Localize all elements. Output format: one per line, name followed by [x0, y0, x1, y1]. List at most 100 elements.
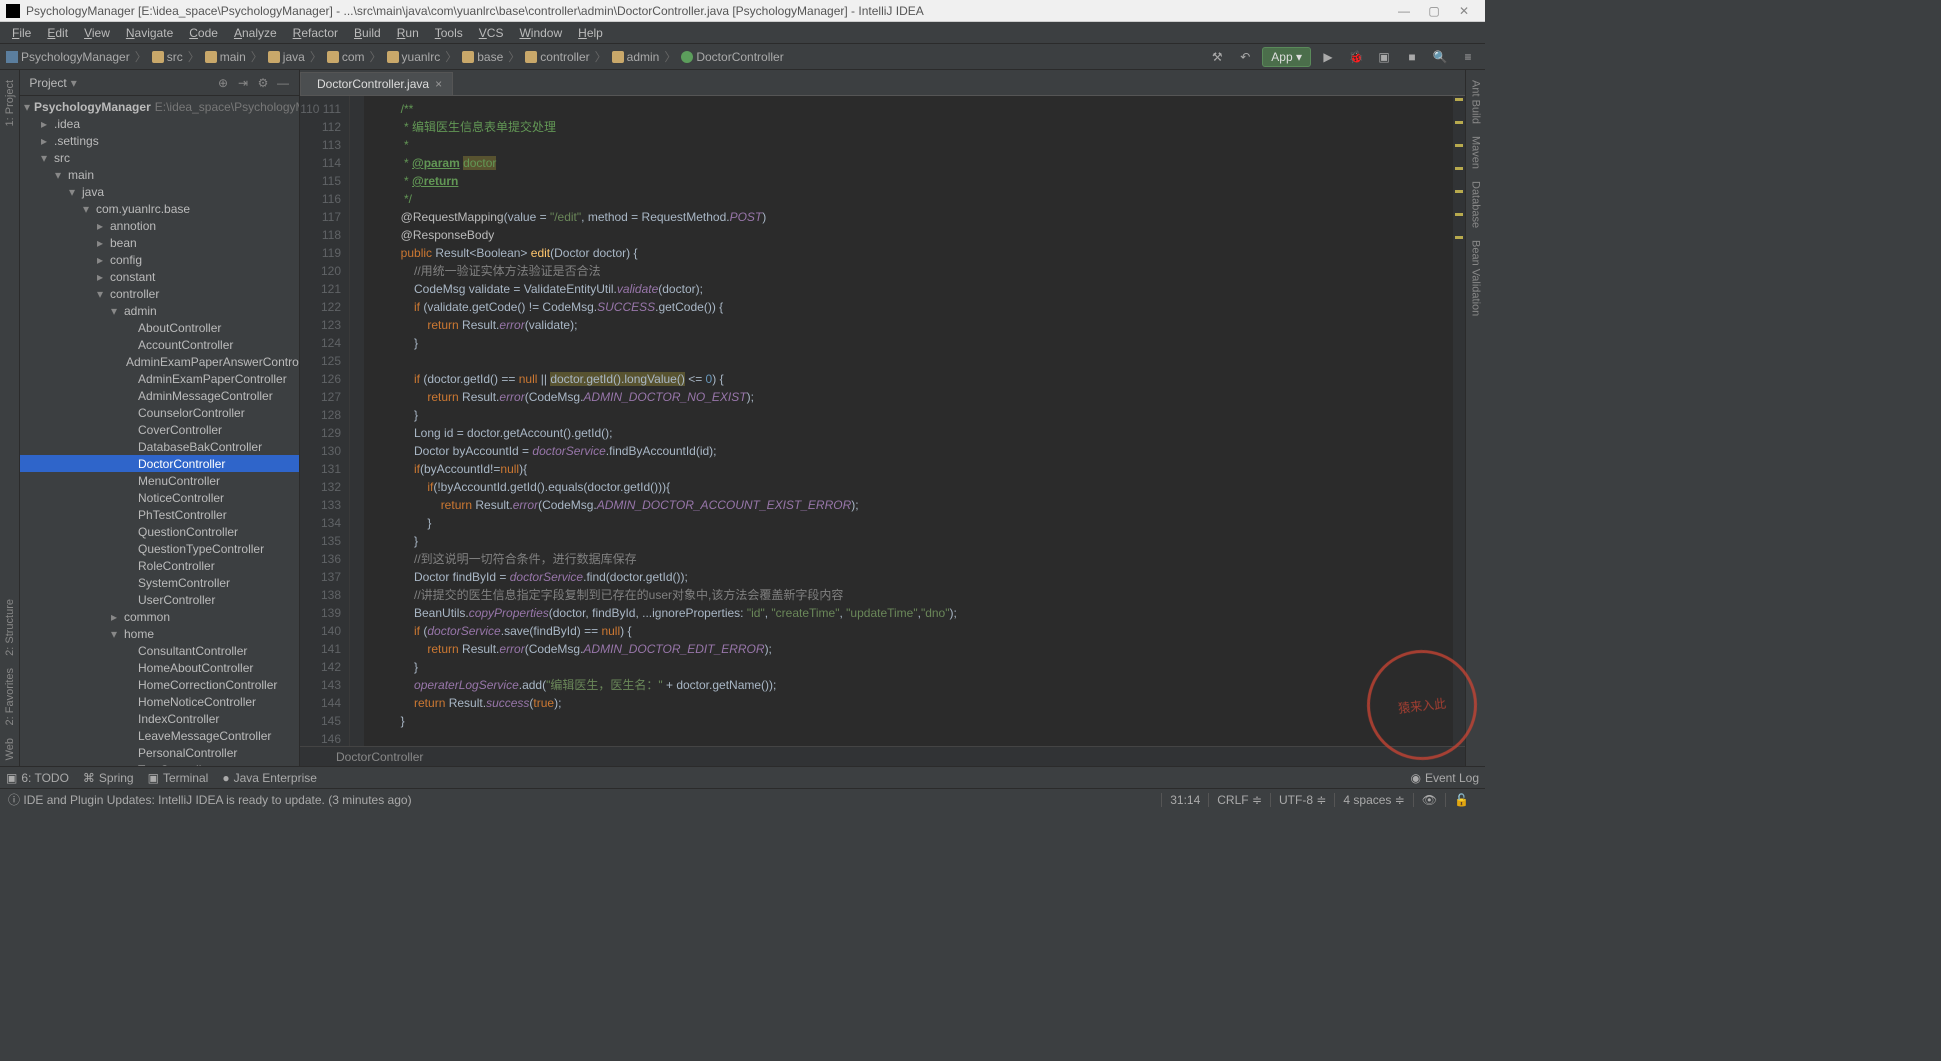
settings-icon[interactable]: ≡: [1457, 46, 1479, 68]
minimize-button[interactable]: —: [1389, 4, 1419, 18]
tool-favorites[interactable]: 2: Favorites: [4, 662, 16, 731]
search-icon[interactable]: 🔍: [1429, 46, 1451, 68]
indent-setting[interactable]: 4 spaces ≑: [1334, 793, 1412, 807]
lock-icon[interactable]: 🔓: [1445, 793, 1477, 807]
debug-button[interactable]: 🐞: [1345, 46, 1367, 68]
tree-item-counselorcontroller[interactable]: CounselorController: [20, 404, 299, 421]
run-button[interactable]: ▶: [1317, 46, 1339, 68]
editor-breadcrumb[interactable]: DoctorController: [300, 746, 1465, 766]
tree-item--idea[interactable]: ▸.idea: [20, 115, 299, 132]
menu-help[interactable]: Help: [570, 26, 611, 40]
tree-item-admin[interactable]: ▾admin: [20, 302, 299, 319]
back-icon[interactable]: ↶: [1234, 46, 1256, 68]
tree-item-java[interactable]: ▾java: [20, 183, 299, 200]
tree-item-adminexampaperanswercontroller[interactable]: AdminExamPaperAnswerController: [20, 353, 299, 370]
error-stripe[interactable]: [1453, 96, 1465, 746]
inspections-icon[interactable]: 👁: [1413, 793, 1445, 807]
crumb-psychologymanager[interactable]: PsychologyManager: [6, 50, 130, 64]
tree-item-common[interactable]: ▸common: [20, 608, 299, 625]
tool-project[interactable]: 1: Project: [4, 74, 16, 132]
tool-ant[interactable]: Ant Build: [1470, 74, 1482, 130]
tree-item-usercontroller[interactable]: UserController: [20, 591, 299, 608]
tree-item-leavemessagecontroller[interactable]: LeaveMessageController: [20, 727, 299, 744]
tool-database[interactable]: Database: [1470, 175, 1482, 234]
tree-item-personalcontroller[interactable]: PersonalController: [20, 744, 299, 761]
crumb-java[interactable]: java: [268, 50, 305, 64]
tree-item-covercontroller[interactable]: CoverController: [20, 421, 299, 438]
tree-item-homecorrectioncontroller[interactable]: HomeCorrectionController: [20, 676, 299, 693]
crumb-main[interactable]: main: [205, 50, 246, 64]
menu-window[interactable]: Window: [511, 26, 570, 40]
tree-item-menucontroller[interactable]: MenuController: [20, 472, 299, 489]
tree-item-constant[interactable]: ▸constant: [20, 268, 299, 285]
tree-item-doctorcontroller[interactable]: DoctorController: [20, 455, 299, 472]
line-separator[interactable]: CRLF ≑: [1208, 793, 1270, 807]
tree-item-homenoticecontroller[interactable]: HomeNoticeController: [20, 693, 299, 710]
gear-icon[interactable]: ⚙: [253, 76, 273, 90]
tree-item-adminmessagecontroller[interactable]: AdminMessageController: [20, 387, 299, 404]
menu-refactor[interactable]: Refactor: [285, 26, 346, 40]
tool-terminal[interactable]: ▣ Terminal: [148, 771, 209, 785]
build-icon[interactable]: ⚒: [1206, 46, 1228, 68]
tree-item--settings[interactable]: ▸.settings: [20, 132, 299, 149]
menu-analyze[interactable]: Analyze: [226, 26, 285, 40]
hide-icon[interactable]: —: [273, 76, 293, 90]
tree-item-com-yuanlrc-base[interactable]: ▾com.yuanlrc.base: [20, 200, 299, 217]
run-config-selector[interactable]: App ▾: [1262, 47, 1311, 67]
menu-edit[interactable]: Edit: [39, 26, 76, 40]
tab-doctorcontroller[interactable]: DoctorController.java ×: [300, 72, 453, 95]
tree-item-config[interactable]: ▸config: [20, 251, 299, 268]
code-content[interactable]: /** * 编辑医生信息表单提交处理 * * @param doctor * @…: [364, 96, 1453, 746]
menu-navigate[interactable]: Navigate: [118, 26, 181, 40]
menu-tools[interactable]: Tools: [427, 26, 471, 40]
menu-build[interactable]: Build: [346, 26, 389, 40]
crumb-src[interactable]: src: [152, 50, 183, 64]
tree-item-src[interactable]: ▾src: [20, 149, 299, 166]
file-encoding[interactable]: UTF-8 ≑: [1270, 793, 1334, 807]
tree-item-aboutcontroller[interactable]: AboutController: [20, 319, 299, 336]
tool-maven[interactable]: Maven: [1470, 130, 1482, 175]
tool-java-ee[interactable]: ● Java Enterprise: [222, 771, 317, 785]
tree-item-main[interactable]: ▾main: [20, 166, 299, 183]
tree-item-testcontroller[interactable]: TestController: [20, 761, 299, 766]
breadcrumb-item[interactable]: DoctorController: [336, 750, 423, 764]
crumb-com[interactable]: com: [327, 50, 365, 64]
breadcrumb[interactable]: PsychologyManager〉src〉main〉java〉com〉yuan…: [6, 48, 784, 65]
tree-root[interactable]: ▾PsychologyManagerE:\idea_space\Psycholo…: [20, 98, 299, 115]
tree-item-bean[interactable]: ▸bean: [20, 234, 299, 251]
tree-item-systemcontroller[interactable]: SystemController: [20, 574, 299, 591]
stop-button[interactable]: ■: [1401, 46, 1423, 68]
maximize-button[interactable]: ▢: [1419, 4, 1449, 18]
menu-view[interactable]: View: [76, 26, 118, 40]
tree-item-questioncontroller[interactable]: QuestionController: [20, 523, 299, 540]
run-with-coverage-icon[interactable]: ▣: [1373, 46, 1395, 68]
tree-item-databasebakcontroller[interactable]: DatabaseBakController: [20, 438, 299, 455]
crumb-yuanlrc[interactable]: yuanlrc: [387, 50, 441, 64]
tree-item-annotion[interactable]: ▸annotion: [20, 217, 299, 234]
menu-vcs[interactable]: VCS: [471, 26, 512, 40]
tree-item-home[interactable]: ▾home: [20, 625, 299, 642]
close-button[interactable]: ✕: [1449, 4, 1479, 18]
tool-todo[interactable]: ▣ 6: TODO: [6, 771, 69, 785]
tree-item-accountcontroller[interactable]: AccountController: [20, 336, 299, 353]
locate-icon[interactable]: ⊕: [213, 76, 233, 90]
tree-item-questiontypecontroller[interactable]: QuestionTypeController: [20, 540, 299, 557]
tree-item-rolecontroller[interactable]: RoleController: [20, 557, 299, 574]
project-tree[interactable]: ▾PsychologyManagerE:\idea_space\Psycholo…: [20, 96, 299, 766]
tree-item-homeaboutcontroller[interactable]: HomeAboutController: [20, 659, 299, 676]
close-tab-icon[interactable]: ×: [435, 77, 442, 91]
collapse-icon[interactable]: ⇥: [233, 76, 253, 90]
tree-item-indexcontroller[interactable]: IndexController: [20, 710, 299, 727]
info-icon[interactable]: ⓘ: [8, 791, 20, 808]
crumb-base[interactable]: base: [462, 50, 503, 64]
tree-item-controller[interactable]: ▾controller: [20, 285, 299, 302]
tree-item-adminexampapercontroller[interactable]: AdminExamPaperController: [20, 370, 299, 387]
tree-item-noticecontroller[interactable]: NoticeController: [20, 489, 299, 506]
crumb-admin[interactable]: admin: [612, 50, 660, 64]
tool-web[interactable]: Web: [4, 732, 16, 766]
menu-file[interactable]: File: [4, 26, 39, 40]
tool-structure[interactable]: 2: Structure: [4, 593, 16, 662]
tool-spring[interactable]: ⌘ Spring: [83, 771, 134, 785]
caret-position[interactable]: 31:14: [1161, 793, 1208, 807]
crumb-controller[interactable]: controller: [525, 50, 589, 64]
